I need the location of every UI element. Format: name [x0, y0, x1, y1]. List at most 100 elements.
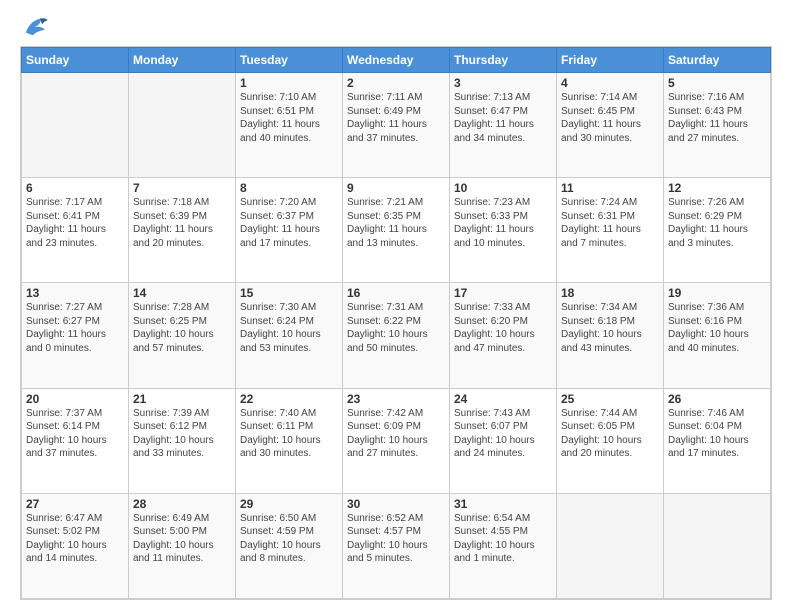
day-number: 11 — [561, 181, 659, 195]
calendar-week-row: 20Sunrise: 7:37 AMSunset: 6:14 PMDayligh… — [22, 388, 771, 493]
calendar-header-row: SundayMondayTuesdayWednesdayThursdayFrid… — [22, 48, 771, 73]
calendar-day-cell: 7Sunrise: 7:18 AMSunset: 6:39 PMDaylight… — [129, 178, 236, 283]
day-info: Sunrise: 7:34 AMSunset: 6:18 PMDaylight:… — [561, 301, 659, 355]
day-number: 8 — [240, 181, 338, 195]
day-info: Sunrise: 6:49 AMSunset: 5:00 PMDaylight:… — [133, 512, 231, 566]
day-info: Sunrise: 7:33 AMSunset: 6:20 PMDaylight:… — [454, 301, 552, 355]
day-info: Sunrise: 7:42 AMSunset: 6:09 PMDaylight:… — [347, 407, 445, 461]
day-info: Sunrise: 6:52 AMSunset: 4:57 PMDaylight:… — [347, 512, 445, 566]
calendar-day-cell: 29Sunrise: 6:50 AMSunset: 4:59 PMDayligh… — [236, 493, 343, 598]
day-of-week-header: Sunday — [22, 48, 129, 73]
calendar-day-cell: 17Sunrise: 7:33 AMSunset: 6:20 PMDayligh… — [450, 283, 557, 388]
day-number: 12 — [668, 181, 766, 195]
page: SundayMondayTuesdayWednesdayThursdayFrid… — [0, 0, 792, 612]
day-info: Sunrise: 7:24 AMSunset: 6:31 PMDaylight:… — [561, 196, 659, 250]
calendar-day-cell: 26Sunrise: 7:46 AMSunset: 6:04 PMDayligh… — [664, 388, 771, 493]
day-number: 2 — [347, 76, 445, 90]
day-number: 24 — [454, 392, 552, 406]
calendar-day-cell — [22, 73, 129, 178]
day-info: Sunrise: 7:37 AMSunset: 6:14 PMDaylight:… — [26, 407, 124, 461]
day-info: Sunrise: 7:31 AMSunset: 6:22 PMDaylight:… — [347, 301, 445, 355]
day-number: 3 — [454, 76, 552, 90]
calendar-day-cell: 3Sunrise: 7:13 AMSunset: 6:47 PMDaylight… — [450, 73, 557, 178]
day-info: Sunrise: 7:40 AMSunset: 6:11 PMDaylight:… — [240, 407, 338, 461]
day-info: Sunrise: 7:44 AMSunset: 6:05 PMDaylight:… — [561, 407, 659, 461]
day-number: 19 — [668, 286, 766, 300]
calendar-day-cell: 1Sunrise: 7:10 AMSunset: 6:51 PMDaylight… — [236, 73, 343, 178]
day-info: Sunrise: 7:18 AMSunset: 6:39 PMDaylight:… — [133, 196, 231, 250]
day-number: 9 — [347, 181, 445, 195]
calendar-week-row: 1Sunrise: 7:10 AMSunset: 6:51 PMDaylight… — [22, 73, 771, 178]
calendar-day-cell: 5Sunrise: 7:16 AMSunset: 6:43 PMDaylight… — [664, 73, 771, 178]
day-number: 29 — [240, 497, 338, 511]
logo — [20, 16, 52, 38]
day-of-week-header: Monday — [129, 48, 236, 73]
day-info: Sunrise: 7:17 AMSunset: 6:41 PMDaylight:… — [26, 196, 124, 250]
day-info: Sunrise: 7:16 AMSunset: 6:43 PMDaylight:… — [668, 91, 766, 145]
day-number: 22 — [240, 392, 338, 406]
day-of-week-header: Saturday — [664, 48, 771, 73]
calendar-day-cell — [129, 73, 236, 178]
day-number: 17 — [454, 286, 552, 300]
day-info: Sunrise: 7:46 AMSunset: 6:04 PMDaylight:… — [668, 407, 766, 461]
day-info: Sunrise: 7:43 AMSunset: 6:07 PMDaylight:… — [454, 407, 552, 461]
day-info: Sunrise: 7:14 AMSunset: 6:45 PMDaylight:… — [561, 91, 659, 145]
day-info: Sunrise: 7:36 AMSunset: 6:16 PMDaylight:… — [668, 301, 766, 355]
day-number: 23 — [347, 392, 445, 406]
day-number: 25 — [561, 392, 659, 406]
day-number: 10 — [454, 181, 552, 195]
day-number: 4 — [561, 76, 659, 90]
calendar-day-cell: 22Sunrise: 7:40 AMSunset: 6:11 PMDayligh… — [236, 388, 343, 493]
calendar-day-cell: 9Sunrise: 7:21 AMSunset: 6:35 PMDaylight… — [343, 178, 450, 283]
calendar-day-cell: 21Sunrise: 7:39 AMSunset: 6:12 PMDayligh… — [129, 388, 236, 493]
calendar-day-cell: 24Sunrise: 7:43 AMSunset: 6:07 PMDayligh… — [450, 388, 557, 493]
calendar-day-cell: 16Sunrise: 7:31 AMSunset: 6:22 PMDayligh… — [343, 283, 450, 388]
day-info: Sunrise: 6:50 AMSunset: 4:59 PMDaylight:… — [240, 512, 338, 566]
day-number: 31 — [454, 497, 552, 511]
day-info: Sunrise: 7:13 AMSunset: 6:47 PMDaylight:… — [454, 91, 552, 145]
calendar-week-row: 6Sunrise: 7:17 AMSunset: 6:41 PMDaylight… — [22, 178, 771, 283]
calendar-day-cell: 11Sunrise: 7:24 AMSunset: 6:31 PMDayligh… — [557, 178, 664, 283]
day-number: 28 — [133, 497, 231, 511]
calendar-day-cell: 6Sunrise: 7:17 AMSunset: 6:41 PMDaylight… — [22, 178, 129, 283]
day-of-week-header: Thursday — [450, 48, 557, 73]
day-number: 18 — [561, 286, 659, 300]
logo-bird-icon — [20, 16, 48, 38]
day-number: 6 — [26, 181, 124, 195]
day-number: 5 — [668, 76, 766, 90]
calendar-day-cell: 4Sunrise: 7:14 AMSunset: 6:45 PMDaylight… — [557, 73, 664, 178]
header — [20, 16, 772, 38]
day-number: 14 — [133, 286, 231, 300]
calendar-day-cell: 28Sunrise: 6:49 AMSunset: 5:00 PMDayligh… — [129, 493, 236, 598]
day-of-week-header: Friday — [557, 48, 664, 73]
day-info: Sunrise: 7:10 AMSunset: 6:51 PMDaylight:… — [240, 91, 338, 145]
day-number: 20 — [26, 392, 124, 406]
day-number: 15 — [240, 286, 338, 300]
day-info: Sunrise: 7:23 AMSunset: 6:33 PMDaylight:… — [454, 196, 552, 250]
day-number: 30 — [347, 497, 445, 511]
calendar-day-cell — [557, 493, 664, 598]
day-info: Sunrise: 7:27 AMSunset: 6:27 PMDaylight:… — [26, 301, 124, 355]
day-of-week-header: Tuesday — [236, 48, 343, 73]
day-number: 26 — [668, 392, 766, 406]
day-info: Sunrise: 6:54 AMSunset: 4:55 PMDaylight:… — [454, 512, 552, 566]
calendar-day-cell: 2Sunrise: 7:11 AMSunset: 6:49 PMDaylight… — [343, 73, 450, 178]
calendar-day-cell — [664, 493, 771, 598]
day-number: 1 — [240, 76, 338, 90]
day-number: 16 — [347, 286, 445, 300]
day-info: Sunrise: 7:20 AMSunset: 6:37 PMDaylight:… — [240, 196, 338, 250]
day-of-week-header: Wednesday — [343, 48, 450, 73]
day-info: Sunrise: 7:11 AMSunset: 6:49 PMDaylight:… — [347, 91, 445, 145]
calendar-day-cell: 20Sunrise: 7:37 AMSunset: 6:14 PMDayligh… — [22, 388, 129, 493]
calendar-day-cell: 10Sunrise: 7:23 AMSunset: 6:33 PMDayligh… — [450, 178, 557, 283]
calendar-week-row: 13Sunrise: 7:27 AMSunset: 6:27 PMDayligh… — [22, 283, 771, 388]
calendar-day-cell: 18Sunrise: 7:34 AMSunset: 6:18 PMDayligh… — [557, 283, 664, 388]
calendar-day-cell: 15Sunrise: 7:30 AMSunset: 6:24 PMDayligh… — [236, 283, 343, 388]
calendar-day-cell: 27Sunrise: 6:47 AMSunset: 5:02 PMDayligh… — [22, 493, 129, 598]
day-info: Sunrise: 7:30 AMSunset: 6:24 PMDaylight:… — [240, 301, 338, 355]
day-info: Sunrise: 7:21 AMSunset: 6:35 PMDaylight:… — [347, 196, 445, 250]
calendar-day-cell: 23Sunrise: 7:42 AMSunset: 6:09 PMDayligh… — [343, 388, 450, 493]
calendar-day-cell: 30Sunrise: 6:52 AMSunset: 4:57 PMDayligh… — [343, 493, 450, 598]
calendar-day-cell: 14Sunrise: 7:28 AMSunset: 6:25 PMDayligh… — [129, 283, 236, 388]
calendar-day-cell: 12Sunrise: 7:26 AMSunset: 6:29 PMDayligh… — [664, 178, 771, 283]
